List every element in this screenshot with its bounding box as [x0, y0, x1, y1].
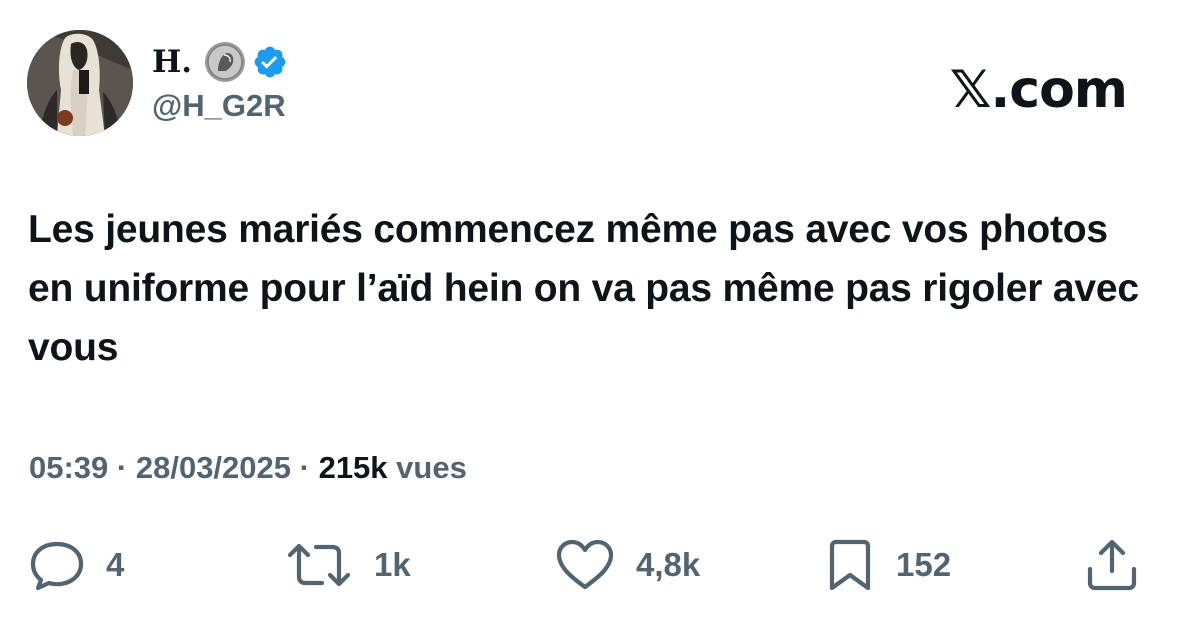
- repost-button[interactable]: 1k: [284, 535, 411, 595]
- like-button[interactable]: 4,8k: [554, 535, 700, 595]
- reply-button[interactable]: 4: [28, 535, 124, 595]
- repost-count: 1k: [374, 546, 411, 583]
- coin-icon: [205, 42, 246, 82]
- views-count: 215k: [318, 450, 388, 485]
- verified-icon: [254, 46, 286, 78]
- tweet-date[interactable]: 28/03/2025: [136, 450, 291, 485]
- like-count: 4,8k: [636, 546, 701, 583]
- repost-icon: [287, 543, 351, 587]
- share-button[interactable]: [1084, 535, 1140, 595]
- action-bar: 4 1k 4,8k 152: [0, 535, 1179, 595]
- reply-icon: [30, 541, 84, 591]
- user-header: H. @H_G2R: [152, 38, 288, 124]
- user-handle[interactable]: @H_G2R: [152, 88, 288, 124]
- meta-separator: ·: [291, 450, 319, 485]
- display-name[interactable]: H.: [152, 44, 192, 80]
- views-label: vues: [387, 450, 467, 485]
- bookmark-count: 152: [896, 546, 952, 583]
- share-icon: [1087, 539, 1137, 591]
- bookmark-icon: [829, 539, 871, 591]
- tweet-time[interactable]: 05:39: [29, 450, 108, 485]
- heart-icon: [556, 539, 614, 590]
- site-label: 𝕏.com: [949, 60, 1128, 120]
- bookmark-button[interactable]: 152: [824, 535, 951, 595]
- avatar[interactable]: [27, 30, 133, 136]
- name-row: H.: [152, 38, 288, 86]
- tweet-meta: 05:39 · 28/03/2025 · 215k vues: [29, 450, 467, 486]
- meta-separator: ·: [108, 450, 136, 485]
- reply-count: 4: [106, 546, 125, 583]
- tweet-text: Les jeunes mariés commencez même pas ave…: [28, 208, 1139, 369]
